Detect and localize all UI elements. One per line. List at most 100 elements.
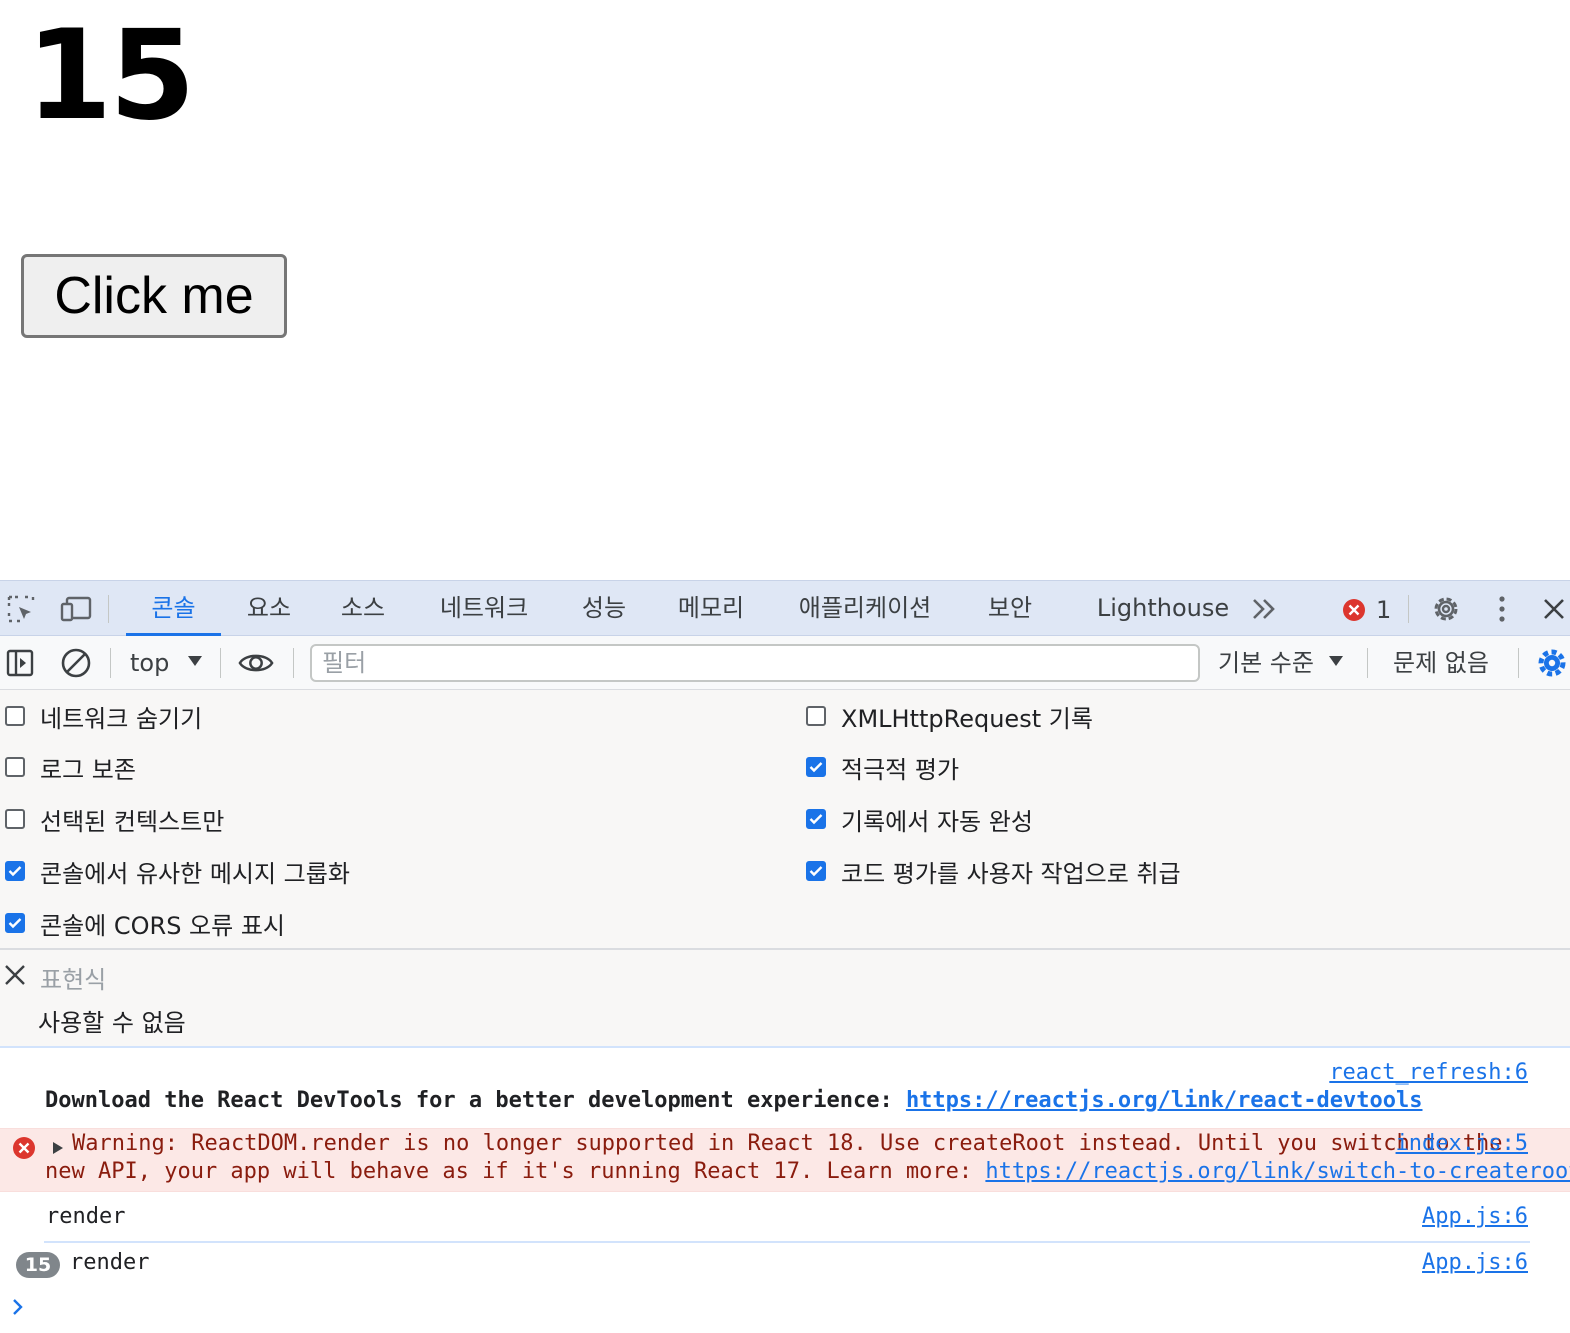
group-similar-option[interactable]: 콘솔에서 유사한 메시지 그룹화 (5, 855, 350, 888)
message-divider (44, 1241, 1530, 1243)
preserve-log-option[interactable]: 로그 보존 (5, 751, 136, 784)
sidebar-toggle-icon[interactable] (2, 645, 38, 681)
error-icon (12, 1136, 36, 1164)
more-options-kebab-icon[interactable] (1484, 591, 1520, 627)
checkmark-icon (8, 918, 22, 929)
live-expression-panel: 표현식 사용할 수 없음 (0, 950, 1570, 1048)
checkbox-checked[interactable] (5, 913, 25, 933)
console-log-message: render (70, 1250, 150, 1275)
option-label: 적극적 평가 (841, 755, 960, 784)
checkbox[interactable] (806, 706, 826, 726)
toolbar-divider (1518, 648, 1519, 678)
switch-to-createroot-link[interactable]: https://reactjs.org/link/switch-to-creat… (985, 1159, 1570, 1184)
devtools-tabbar: 콘솔 요소 소스 네트워크 성능 메모리 애플리케이션 보안 Lighthous… (0, 580, 1570, 636)
tab-memory[interactable]: 메모리 (662, 581, 760, 636)
option-label: 콘솔에 CORS 오류 표시 (40, 911, 286, 940)
console-prompt-input[interactable] (40, 1292, 1540, 1324)
error-counter[interactable]: 1 (1342, 596, 1392, 624)
message-text: Download the React DevTools for a better… (45, 1088, 906, 1113)
checkbox-checked[interactable] (806, 861, 826, 881)
option-label: 콘솔에서 유사한 메시지 그룹화 (40, 859, 350, 888)
option-label: 네트워크 숨기기 (40, 704, 203, 733)
filter-input[interactable] (310, 644, 1200, 682)
devtools-panel: 콘솔 요소 소스 네트워크 성능 메모리 애플리케이션 보안 Lighthous… (0, 580, 1570, 1333)
log-levels-label: 기본 수준 (1218, 649, 1314, 677)
click-me-button[interactable]: Click me (21, 254, 287, 338)
error-text-line-1: Warning: ReactDOM.render is no longer su… (72, 1131, 1503, 1156)
error-icon (1343, 599, 1365, 621)
console-settings-pane: 네트워크 숨기기 로그 보존 선택된 컨텍스트만 콘솔에서 유사한 메시지 그룹… (0, 690, 1570, 950)
toolbar-divider (110, 648, 111, 678)
tabbar-divider (108, 595, 109, 623)
error-count: 1 (1376, 596, 1392, 624)
dropdown-arrow-icon (187, 656, 202, 666)
treat-evaluation-as-user-action-option[interactable]: 코드 평가를 사용자 작업으로 취급 (806, 855, 1181, 888)
close-devtools-icon[interactable] (1536, 591, 1570, 627)
log-levels-dropdown[interactable]: 기본 수준 (1218, 645, 1344, 681)
console-prompt-chevron-icon (12, 1298, 24, 1320)
dropdown-arrow-icon (1328, 656, 1343, 666)
option-label: XMLHttpRequest 기록 (841, 704, 1093, 733)
expand-triangle-icon[interactable] (52, 1140, 64, 1159)
checkbox[interactable] (5, 757, 25, 777)
checkbox-checked[interactable] (806, 757, 826, 777)
context-selector[interactable]: top (130, 645, 203, 681)
selected-context-only-option[interactable]: 선택된 컨텍스트만 (5, 803, 225, 836)
checkmark-icon (809, 762, 823, 773)
toolbar-divider (1367, 648, 1368, 678)
console-toolbar: top 기본 수준 문제 없음 (0, 636, 1570, 690)
show-cors-errors-option[interactable]: 콘솔에 CORS 오류 표시 (5, 907, 286, 940)
checkmark-icon (8, 866, 22, 877)
tab-console[interactable]: 콘솔 (126, 581, 221, 636)
console-log-message: render (46, 1204, 126, 1229)
inspect-element-icon[interactable] (3, 591, 39, 627)
log-xmlhttprequest-option[interactable]: XMLHttpRequest 기록 (806, 700, 1093, 733)
device-toolbar-icon[interactable] (58, 591, 94, 627)
eager-evaluation-option[interactable]: 적극적 평가 (806, 751, 960, 784)
tab-elements[interactable]: 요소 (228, 581, 310, 636)
message-source-link[interactable]: react_refresh:6 (1329, 1060, 1528, 1085)
message-source-link[interactable]: App.js:6 (1422, 1204, 1528, 1229)
option-label: 기록에서 자동 완성 (841, 807, 1033, 836)
message-source-link[interactable]: App.js:6 (1422, 1250, 1528, 1275)
console-error-message: Warning: ReactDOM.render is no longer su… (0, 1128, 1570, 1192)
console-messages: react_refresh:6 Download the React DevTo… (0, 1048, 1570, 1333)
tabbar-divider (1408, 595, 1409, 623)
repeat-count-badge: 15 (16, 1252, 60, 1278)
checkmark-icon (809, 814, 823, 825)
option-label: 로그 보존 (40, 755, 136, 784)
tab-security[interactable]: 보안 (972, 581, 1048, 636)
console-settings-gear-icon[interactable] (1534, 645, 1570, 681)
tab-application[interactable]: 애플리케이션 (780, 581, 950, 636)
tab-performance[interactable]: 성능 (564, 581, 644, 636)
toolbar-divider (293, 648, 294, 678)
counter-heading: 15 (26, 4, 196, 148)
page-viewport: 15 Click me (0, 0, 1570, 580)
tab-sources[interactable]: 소스 (322, 581, 404, 636)
settings-gear-icon[interactable] (1428, 591, 1464, 627)
error-text-line-2: new API, your app will behave as if it's… (45, 1159, 1570, 1184)
expression-result: 사용할 수 없음 (38, 1009, 186, 1037)
hide-network-option[interactable]: 네트워크 숨기기 (5, 700, 203, 733)
autocomplete-from-history-option[interactable]: 기록에서 자동 완성 (806, 803, 1033, 836)
more-tabs-chevron-icon[interactable] (1246, 591, 1282, 627)
tab-network[interactable]: 네트워크 (424, 581, 544, 636)
clear-console-icon[interactable] (58, 645, 94, 681)
checkbox[interactable] (5, 809, 25, 829)
option-label: 코드 평가를 사용자 작업으로 취급 (841, 859, 1181, 888)
message-text: new API, your app will behave as if it's… (45, 1159, 986, 1184)
expression-input[interactable]: 표현식 (40, 960, 106, 995)
console-message: Download the React DevTools for a better… (45, 1088, 1423, 1113)
message-source-link[interactable]: index.js:5 (1396, 1131, 1528, 1156)
checkmark-icon (809, 866, 823, 877)
option-label: 선택된 컨텍스트만 (40, 807, 225, 836)
tab-lighthouse[interactable]: Lighthouse (1090, 581, 1236, 636)
live-expression-eye-icon[interactable] (238, 645, 274, 681)
checkbox-checked[interactable] (5, 861, 25, 881)
issues-counter[interactable]: 문제 없음 (1393, 645, 1489, 681)
checkbox[interactable] (5, 706, 25, 726)
react-devtools-link[interactable]: https://reactjs.org/link/react-devtools (906, 1088, 1423, 1113)
toolbar-divider (220, 648, 221, 678)
checkbox-checked[interactable] (806, 809, 826, 829)
remove-expression-close-icon[interactable] (4, 964, 26, 986)
